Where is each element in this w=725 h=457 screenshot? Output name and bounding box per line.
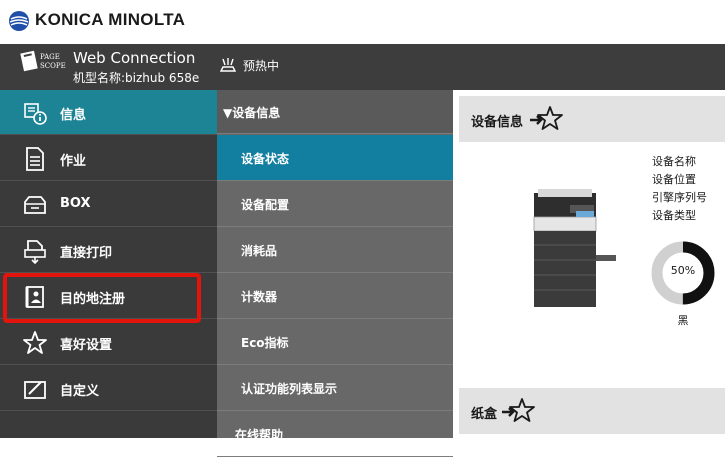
info-label-device-type: 设备类型: [652, 209, 696, 222]
pagescope-logo-icon: PAGE SCOPE: [20, 50, 66, 72]
subnav-item-label: 认证功能列表显示: [241, 382, 338, 396]
box-icon: [24, 196, 46, 214]
info-label-device-location: 设备位置: [652, 173, 696, 186]
subnav-item-label: 在线帮助: [235, 428, 284, 442]
direct-print-icon: [24, 240, 46, 264]
document-icon: [26, 147, 44, 171]
nav-item-label: BOX: [60, 196, 91, 211]
konica-minolta-logo-icon: [9, 11, 29, 31]
nav-item-job[interactable]: 作业: [0, 136, 217, 181]
subnav-item-label: 设备配置: [241, 198, 290, 212]
info-label-device-name: 设备名称: [652, 155, 696, 168]
status-text: 预热中: [243, 59, 280, 73]
customize-icon: [24, 381, 46, 399]
info-label-engine-serial: 引擎序列号: [652, 191, 707, 204]
brand-name: KONICA MINOLTA: [35, 10, 186, 29]
warmup-icon: [219, 58, 237, 72]
subnav-item-label: Eco指标: [241, 336, 289, 350]
nav-item-favorites[interactable]: 喜好设置: [0, 320, 217, 365]
nav-item-label: 作业: [60, 154, 87, 169]
logo-text-bottom: SCOPE: [40, 62, 66, 70]
subnav-header-label: ▼设备信息: [223, 106, 281, 120]
info-icon: [24, 103, 47, 125]
nav-item-label: 直接打印: [60, 246, 113, 261]
favorite-star-icon[interactable]: [529, 104, 565, 134]
app-title: Web Connection: [73, 49, 196, 67]
tray-title: 纸盒: [471, 407, 498, 422]
star-icon: [23, 331, 47, 354]
left-nav: 信息 作业 BOX 直接打印 目的地注册 喜好设置 自定义: [0, 90, 217, 438]
nav-item-box[interactable]: BOX: [0, 182, 217, 227]
subnav-item-consumables[interactable]: 消耗品: [217, 227, 453, 273]
logo-text-top: PAGE: [40, 53, 60, 61]
subnav-item-label: 计数器: [241, 290, 278, 304]
subnav-header[interactable]: ▼设备信息: [217, 90, 453, 134]
tray-panel-header: 纸盒: [459, 388, 725, 434]
subnav-item-device-config[interactable]: 设备配置: [217, 181, 453, 227]
subnav-item-label: 消耗品: [241, 244, 278, 258]
device-info-panel-header: 设备信息: [459, 96, 725, 142]
model-name: 机型名称:bizhub 658e: [73, 71, 200, 85]
subnav-item-auth-list[interactable]: 认证功能列表显示: [217, 365, 453, 411]
subnav-item-device-status[interactable]: 设备状态: [217, 135, 453, 181]
brand-bar: KONICA MINOLTA: [0, 0, 725, 44]
nav-item-label: 自定义: [60, 384, 100, 399]
nav-item-label: 信息: [60, 108, 87, 123]
subnav-item-label: 设备状态: [241, 152, 290, 166]
nav-item-customize[interactable]: 自定义: [0, 366, 217, 411]
highlight-box: [3, 273, 201, 323]
sub-nav: ▼设备信息 设备状态 设备配置 消耗品 计数器 Eco指标 认证功能列表显示 在…: [217, 90, 453, 457]
device-info-title: 设备信息: [471, 115, 524, 130]
printer-image: [533, 189, 616, 307]
nav-item-info[interactable]: 信息: [0, 90, 217, 135]
toner-color-label: 黑: [677, 314, 689, 327]
favorite-star-icon[interactable]: [501, 396, 537, 426]
toner-percent: 50%: [670, 264, 696, 277]
subnav-item-online-help[interactable]: 在线帮助: [217, 411, 453, 457]
subnav-item-eco[interactable]: Eco指标: [217, 319, 453, 365]
nav-item-label: 喜好设置: [60, 338, 113, 353]
nav-item-direct-print[interactable]: 直接打印: [0, 228, 217, 273]
subnav-item-counter[interactable]: 计数器: [217, 273, 453, 319]
